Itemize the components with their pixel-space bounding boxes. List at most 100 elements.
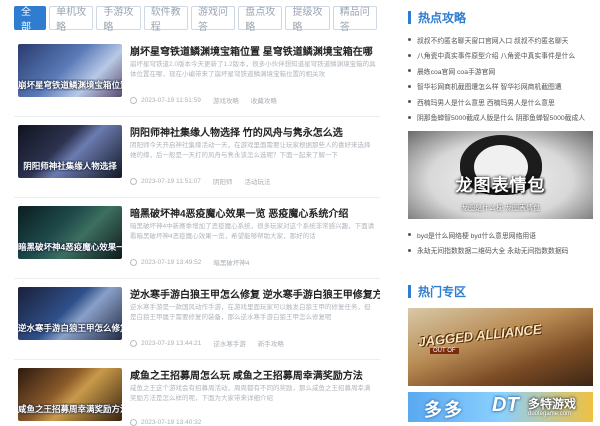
article-title[interactable]: 逆水寒手游白狼王甲怎么修复 逆水寒手游白狼王甲修复方法 xyxy=(130,286,380,301)
article-title[interactable]: 暗黑破坏神4恶疫魔心效果一览 恶疫魔心系统介绍 xyxy=(130,205,380,220)
article-thumbnail[interactable]: 崩坏星穹铁道鳞渊境宝箱位置 xyxy=(18,44,122,97)
tab-all[interactable]: 全部 xyxy=(14,6,47,33)
hot-link[interactable]: 永劫无间指数数据二维码大全 永劫无间指数数据码 xyxy=(417,245,568,255)
article-summary: 逆水寒手游是一款国风动作手游，在游戏里面玩家可以触发白狼王甲的修复任务，但是白狼… xyxy=(130,304,371,321)
article-title[interactable]: 阴阳师神社集缘人物选择 竹的风舟与隽永怎么选 xyxy=(130,124,380,139)
article-list: 崩坏星穹铁道鳞渊境宝箱位置 崩坏星穹铁道鳞渊境宝箱位置 星穹铁道鳞渊境宝箱在哪 … xyxy=(14,36,380,426)
article-meta: 2023-07-19 11:51:07 阴阳师 活动玩法 xyxy=(130,176,270,186)
bullet-icon xyxy=(408,233,411,237)
article-date: 2023-07-19 13:44:21 xyxy=(141,339,202,347)
bullet-icon xyxy=(408,69,411,73)
tab-featured-qa[interactable]: 精品问答 xyxy=(332,6,378,33)
tab-upgrade-guides[interactable]: 提级攻略 xyxy=(285,6,330,33)
tab-roundup-guides[interactable]: 盘点攻略 xyxy=(238,6,283,33)
list-item[interactable]: 晨练coa官网 coa手游官网 xyxy=(408,63,600,79)
list-item[interactable]: 阴那鱼蝉智5000截成人版是什么 阴那鱼蝉智5000截成人 xyxy=(408,110,600,126)
game-logo-sub: OUT OF xyxy=(430,348,459,354)
sidebar: 热点攻略 叔叔不约匿名聊天窗口官网入口 叔叔不约匿名聊天 八角瓷中真实事件原型介… xyxy=(408,0,600,426)
hot-link[interactable]: 智华衫网商机截图遭怎么样 智华衫网商机截图遭 xyxy=(417,81,562,91)
watermark-logo-icon: DT xyxy=(492,394,519,416)
list-item[interactable]: byd是什么网络梗 byd什么意思网络用语 xyxy=(408,227,600,243)
thumbnail-caption: 咸鱼之王招募周幸满奖励方法 xyxy=(18,404,122,414)
article-tag[interactable]: 收藏攻略 xyxy=(251,95,277,105)
hot-link[interactable]: 西楠玛男人是什么意思 西楠玛男人是什么意思 xyxy=(417,97,555,107)
article-summary: 咸鱼之王这个游戏会有招募周活动，周周都有不同的奖励，那么咸鱼之王招募周幸满奖励方… xyxy=(130,385,371,402)
bullet-icon xyxy=(408,100,411,104)
article-column: 全部 单机攻略 手游攻略 软件教程 游戏问答 盘点攻略 提级攻略 精品问答 崩坏… xyxy=(14,6,380,426)
article-meta: 2023-07-19 13:40:32 xyxy=(130,419,201,426)
article-thumbnail[interactable]: 阴阳师神社集缘人物选择 xyxy=(18,125,122,178)
article-category[interactable]: 暗黑破坏神4 xyxy=(213,257,249,267)
thumbnail-caption: 逆水寒手游白狼王甲怎么修复 xyxy=(18,323,122,333)
article-tag[interactable]: 新手攻略 xyxy=(258,338,284,348)
tab-mobile-guides[interactable]: 手游攻略 xyxy=(96,6,141,33)
article-thumbnail[interactable]: 咸鱼之王招募周幸满奖励方法 xyxy=(18,368,122,421)
hot-link[interactable]: 晨练coa官网 coa手游官网 xyxy=(417,66,495,76)
hot-guides-list: 叔叔不约匿名聊天窗口官网入口 叔叔不约匿名聊天 八角瓷中真实事件原型介绍 八角瓷… xyxy=(408,32,600,125)
thumbnail-caption: 阴阳师神社集缘人物选择 xyxy=(23,161,117,171)
article-tag[interactable]: 活动玩法 xyxy=(244,176,270,186)
featured-banner[interactable]: 龙图表情包 龙图是什么梗 龙图表情包 xyxy=(408,131,593,219)
banner-subtitle: 龙图是什么梗 龙图表情包 xyxy=(461,205,540,212)
bullet-icon xyxy=(408,115,411,119)
article-thumbnail[interactable]: 逆水寒手游白狼王甲怎么修复 xyxy=(18,287,122,340)
list-item[interactable]: 八角瓷中真实事件原型介绍 八角瓷中真实事件是什么 xyxy=(408,48,600,64)
article-title[interactable]: 咸鱼之王招募周怎么玩 咸鱼之王招募周幸满奖励方法 xyxy=(130,367,380,382)
list-item[interactable]: 智华衫网商机截图遭怎么样 智华衫网商机截图遭 xyxy=(408,79,600,95)
hot-link[interactable]: 阴那鱼蝉智5000截成人版是什么 阴那鱼蝉智5000截成人 xyxy=(417,112,585,122)
article-date: 2023-07-19 13:40:32 xyxy=(141,419,202,426)
list-item[interactable]: 逆水寒手游白狼王甲怎么修复 逆水寒手游白狼王甲怎么修复 逆水寒手游白狼王甲修复方… xyxy=(14,279,380,360)
article-date: 2023-07-19 13:49:52 xyxy=(141,258,202,266)
section-title: 热点攻略 xyxy=(418,10,467,25)
article-thumbnail[interactable]: 暗黑破坏神4恶疫魔心效果一览 xyxy=(18,206,122,259)
article-category[interactable]: 阴阳师 xyxy=(213,176,233,186)
bullet-icon xyxy=(408,53,411,57)
clock-icon xyxy=(130,96,137,104)
hot-link[interactable]: 叔叔不约匿名聊天窗口官网入口 叔叔不约匿名聊天 xyxy=(417,35,568,45)
section-title: 热门专区 xyxy=(418,284,467,299)
site-watermark: DT 多特游戏 duotegame.com xyxy=(492,394,594,420)
list-item[interactable]: 西楠玛男人是什么意思 西楠玛男人是什么意思 xyxy=(408,94,600,110)
tab-software-tutorials[interactable]: 软件教程 xyxy=(143,6,188,33)
list-item[interactable]: 永劫无间指数数据二维码大全 永劫无间指数数据码 xyxy=(408,243,600,259)
article-meta: 2023-07-19 13:49:52 暗黑破坏神4 xyxy=(130,257,261,267)
list-item[interactable]: 崩坏星穹铁道鳞渊境宝箱位置 崩坏星穹铁道鳞渊境宝箱位置 星穹铁道鳞渊境宝箱在哪 … xyxy=(14,36,380,117)
article-date: 2023-07-19 11:51:59 xyxy=(141,96,201,104)
tab-single-player-guides[interactable]: 单机攻略 xyxy=(49,6,94,33)
article-meta: 2023-07-19 11:51:59 游戏攻略 收藏攻略 xyxy=(130,95,277,105)
watermark-url: duotegame.com xyxy=(528,411,572,417)
hot-zone-header: 热门专区 xyxy=(408,280,600,302)
thumbnail-caption: 暗黑破坏神4恶疫魔心效果一览 xyxy=(18,242,122,252)
article-title[interactable]: 崩坏星穹铁道鳞渊境宝箱位置 星穹铁道鳞渊境宝箱在哪 xyxy=(130,43,380,58)
zone-banner-jagged-alliance[interactable]: JAGGED ALLIANCE OUT OF xyxy=(408,308,593,386)
hot-link[interactable]: byd是什么网络梗 byd什么意思网络用语 xyxy=(417,230,536,240)
article-meta: 2023-07-19 13:44:21 逆水寒手游 新手攻略 xyxy=(130,338,284,348)
clock-icon xyxy=(130,339,137,347)
hot-guides-list-2: byd是什么网络梗 byd什么意思网络用语 永劫无间指数数据二维码大全 永劫无间… xyxy=(408,227,600,258)
article-category[interactable]: 游戏攻略 xyxy=(213,95,239,105)
category-tabs: 全部 单机攻略 手游攻略 软件教程 游戏问答 盘点攻略 提级攻略 精品问答 xyxy=(14,6,380,33)
thumbnail-caption: 崩坏星穹铁道鳞渊境宝箱位置 xyxy=(18,80,122,90)
article-summary: 崩坏星穹铁道2.0版本今天更新了1.2版本，很多小伙伴想知道星穹铁道鳞渊境宝箱的… xyxy=(130,61,376,78)
zone-banner-text: 多多 xyxy=(424,400,464,420)
clock-icon xyxy=(130,177,137,185)
article-category[interactable]: 逆水寒手游 xyxy=(213,338,246,348)
clock-icon xyxy=(130,419,137,426)
list-item[interactable]: 阴阳师神社集缘人物选择 阴阳师神社集缘人物选择 竹的风舟与隽永怎么选 阴阳师今天… xyxy=(14,117,380,198)
hot-link[interactable]: 八角瓷中真实事件原型介绍 八角瓷中真实事件是什么 xyxy=(417,50,575,60)
list-item[interactable]: 暗黑破坏神4恶疫魔心效果一览 暗黑破坏神4恶疫魔心效果一览 恶疫魔心系统介绍 暗… xyxy=(14,198,380,279)
article-date: 2023-07-19 11:51:07 xyxy=(141,177,201,185)
bullet-icon xyxy=(408,248,411,252)
article-summary: 暗黑破坏神4中新赛季增加了恶疫魔心系统，很多玩家对这个系统非常感兴趣，下面请看暗… xyxy=(130,223,375,240)
hot-guides-header: 热点攻略 xyxy=(408,6,600,28)
clock-icon xyxy=(130,258,137,266)
article-summary: 阴阳师今天开启神社集缘活动一天，在游戏里面需要让玩家根据那些人的喜好来选择她的缘… xyxy=(130,142,371,159)
tab-game-qa[interactable]: 游戏问答 xyxy=(190,6,236,33)
section-marker xyxy=(408,10,411,24)
watermark-brand: 多特游戏 xyxy=(528,397,577,411)
bullet-icon xyxy=(408,84,411,88)
list-item[interactable]: 叔叔不约匿名聊天窗口官网入口 叔叔不约匿名聊天 xyxy=(408,32,600,48)
section-marker xyxy=(408,284,411,298)
list-item[interactable]: 咸鱼之王招募周幸满奖励方法 咸鱼之王招募周怎么玩 咸鱼之王招募周幸满奖励方法 咸… xyxy=(14,360,380,426)
banner-title: 龙图表情包 xyxy=(455,176,546,195)
